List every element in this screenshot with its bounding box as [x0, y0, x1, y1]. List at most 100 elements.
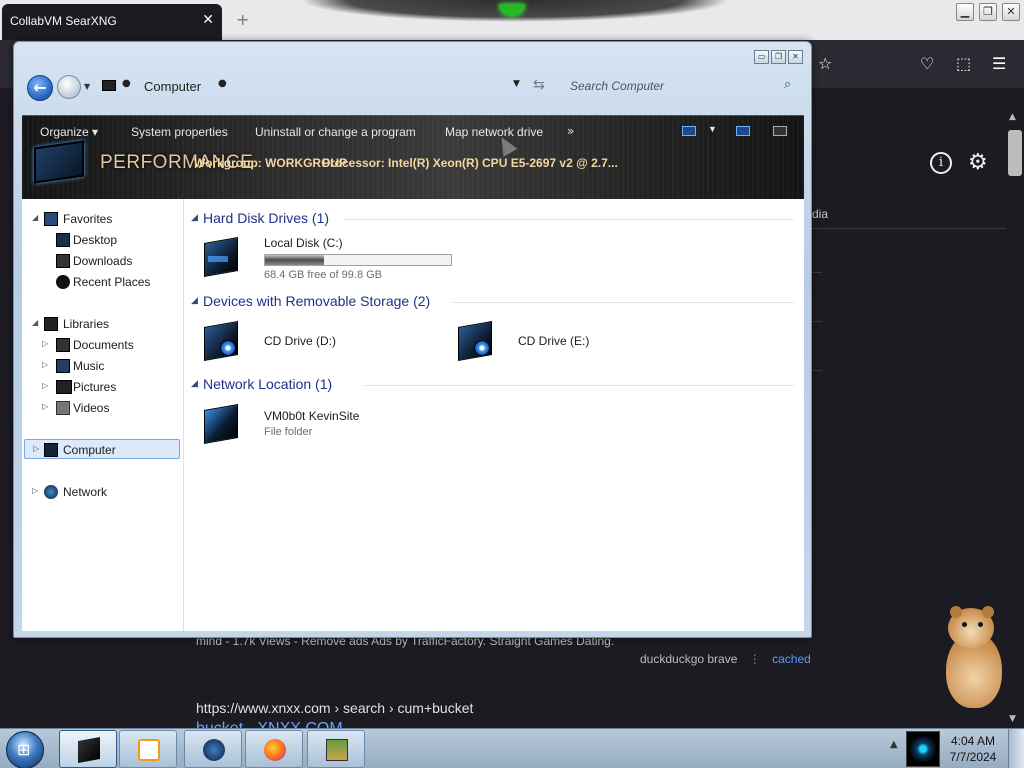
back-button[interactable]: ← — [27, 75, 53, 101]
windows-logo-icon: ⊞ — [17, 740, 31, 759]
collapsed-arrow-icon[interactable]: ▷ — [33, 444, 39, 453]
nav-item-network[interactable]: ▷ Network — [22, 482, 184, 502]
collapsed-arrow-icon[interactable]: ▷ — [42, 360, 48, 369]
preview-pane-icon[interactable] — [736, 126, 750, 136]
taskbar-box-game[interactable] — [307, 730, 365, 768]
breadcrumb-computer[interactable]: Computer — [144, 79, 201, 94]
scroll-up-icon[interactable]: ▲ — [1009, 112, 1016, 122]
cd-drive-e[interactable]: CD Drive (E:) — [518, 334, 589, 348]
meta-separator: ⋮ — [748, 652, 761, 666]
show-hidden-icons-icon[interactable]: ▲ — [890, 739, 904, 759]
nav-item-documents[interactable]: ▷ Documents — [22, 335, 184, 355]
nav-item-libraries[interactable]: ◢ Libraries — [22, 314, 184, 334]
clock[interactable]: 4:04 AM 7/7/2024 — [940, 733, 1006, 765]
menu-icon[interactable]: ☰ — [992, 54, 1006, 73]
cached-link[interactable]: cached — [772, 652, 811, 666]
nav-label: Documents — [73, 338, 134, 352]
browser-restore-button[interactable]: ❐ — [979, 3, 997, 21]
group-divider — [364, 385, 794, 386]
new-tab-button[interactable]: + — [236, 10, 249, 29]
system-properties-button[interactable]: System properties — [131, 125, 228, 139]
collapsed-arrow-icon[interactable]: ▷ — [42, 381, 48, 390]
address-dropdown-icon[interactable]: ▼ — [513, 79, 520, 89]
nav-item-downloads[interactable]: Downloads — [22, 251, 184, 271]
music-icon — [56, 359, 70, 373]
group-header-hard-disks[interactable]: Hard Disk Drives (1) — [203, 210, 329, 226]
expanded-arrow-icon[interactable]: ◢ — [32, 213, 38, 222]
star-icon[interactable]: ☆ — [818, 54, 832, 73]
pocket-icon[interactable]: ♡ — [920, 54, 934, 73]
downloads-icon — [56, 254, 70, 268]
more-commands-button[interactable]: » — [567, 124, 574, 138]
nav-item-desktop[interactable]: Desktop — [22, 230, 184, 250]
breadcrumb-separator-icon[interactable]: ● — [218, 78, 227, 89]
result-title[interactable]: bucket - XNXX.COM — [196, 720, 343, 728]
page-tab-fragment[interactable]: dia — [812, 207, 828, 221]
disk-usage-bar — [264, 254, 452, 266]
taskbar-network-app[interactable] — [184, 730, 242, 768]
taskbar-firefox[interactable] — [245, 730, 303, 768]
address-bar[interactable]: ● Computer ● ▼ — [96, 74, 552, 98]
cd-drive-icon[interactable] — [454, 318, 498, 362]
view-dropdown-icon[interactable]: ▼ — [708, 124, 717, 134]
change-view-icon[interactable] — [682, 126, 696, 136]
taskbar-media-player[interactable] — [119, 730, 177, 768]
browser-minimize-button[interactable]: ▁ — [956, 3, 974, 21]
drive-glow — [208, 256, 228, 262]
expanded-arrow-icon[interactable]: ◢ — [32, 318, 38, 327]
taskbar-explorer[interactable] — [59, 730, 117, 768]
maximize-button[interactable]: ❐ — [771, 50, 786, 64]
network-location-name[interactable]: VM0b0t KevinSite — [264, 409, 359, 423]
uninstall-program-button[interactable]: Uninstall or change a program — [255, 125, 416, 139]
nav-label: Libraries — [63, 317, 110, 331]
nav-item-music[interactable]: ▷ Music — [22, 356, 184, 376]
group-header-network-location[interactable]: Network Location (1) — [203, 376, 332, 392]
page-divider — [812, 321, 822, 322]
collapsed-arrow-icon[interactable]: ▷ — [42, 402, 48, 411]
nav-item-computer[interactable]: ▷ Computer — [24, 439, 180, 459]
group-collapse-icon[interactable]: ◢ — [191, 379, 198, 389]
search-placeholder: Search Computer — [570, 79, 665, 93]
explorer-icon — [78, 737, 100, 763]
forward-button[interactable] — [57, 75, 81, 99]
search-input[interactable]: Search Computer ⌕ — [562, 74, 802, 98]
nav-item-videos[interactable]: ▷ Videos — [22, 398, 184, 418]
organize-button[interactable]: Organize ▾ — [40, 125, 98, 139]
scroll-down-icon[interactable]: ▼ — [1009, 714, 1016, 724]
tab-close-icon[interactable]: ✕ — [202, 12, 214, 28]
refresh-icon[interactable]: ⇆ — [533, 77, 545, 93]
page-scrollbar[interactable] — [1006, 110, 1024, 728]
breadcrumb-separator-icon[interactable]: ● — [122, 78, 131, 89]
nav-item-favorites[interactable]: ◢ Favorites — [22, 209, 184, 229]
group-collapse-icon[interactable]: ◢ — [191, 213, 198, 223]
network-folder-icon[interactable] — [200, 401, 244, 445]
show-desktop-button[interactable] — [1008, 729, 1024, 768]
map-network-drive-button[interactable]: Map network drive — [445, 125, 543, 139]
nav-item-pictures[interactable]: ▷ Pictures — [22, 377, 184, 397]
cd-drive-d[interactable]: CD Drive (D:) — [264, 334, 336, 348]
gear-icon[interactable]: ⚙ — [968, 150, 988, 175]
collapsed-arrow-icon[interactable]: ▷ — [42, 339, 48, 348]
tray-app-icon[interactable] — [906, 731, 940, 767]
recent-pages-dropdown-icon[interactable]: ▼ — [84, 82, 90, 91]
browser-tab[interactable]: CollabVM SearXNG ✕ — [2, 4, 222, 40]
hamster-ear — [982, 606, 994, 618]
minimize-button[interactable]: ▭ — [754, 50, 769, 64]
nav-item-recent-places[interactable]: Recent Places — [22, 272, 184, 292]
hamster-ear — [950, 606, 962, 618]
cd-drive-icon[interactable] — [200, 318, 244, 362]
browser-close-button[interactable]: ✕ — [1002, 3, 1020, 21]
result-url[interactable]: https://www.xnxx.com › search › cum+buck… — [196, 700, 473, 716]
search-icon[interactable]: ⌕ — [784, 77, 791, 92]
collapsed-arrow-icon[interactable]: ▷ — [32, 486, 38, 495]
group-collapse-icon[interactable]: ◢ — [191, 296, 198, 306]
start-button[interactable]: ⊞ — [6, 731, 44, 768]
help-icon[interactable] — [773, 126, 787, 136]
group-header-removable[interactable]: Devices with Removable Storage (2) — [203, 293, 430, 309]
local-disk-name[interactable]: Local Disk (C:) — [264, 236, 343, 250]
info-icon[interactable]: i — [930, 152, 952, 174]
close-button[interactable]: ✕ — [788, 50, 803, 64]
extensions-icon[interactable]: ⬚ — [956, 54, 971, 73]
hard-drive-icon[interactable] — [200, 234, 244, 278]
page-scrollbar-thumb[interactable] — [1008, 130, 1022, 176]
